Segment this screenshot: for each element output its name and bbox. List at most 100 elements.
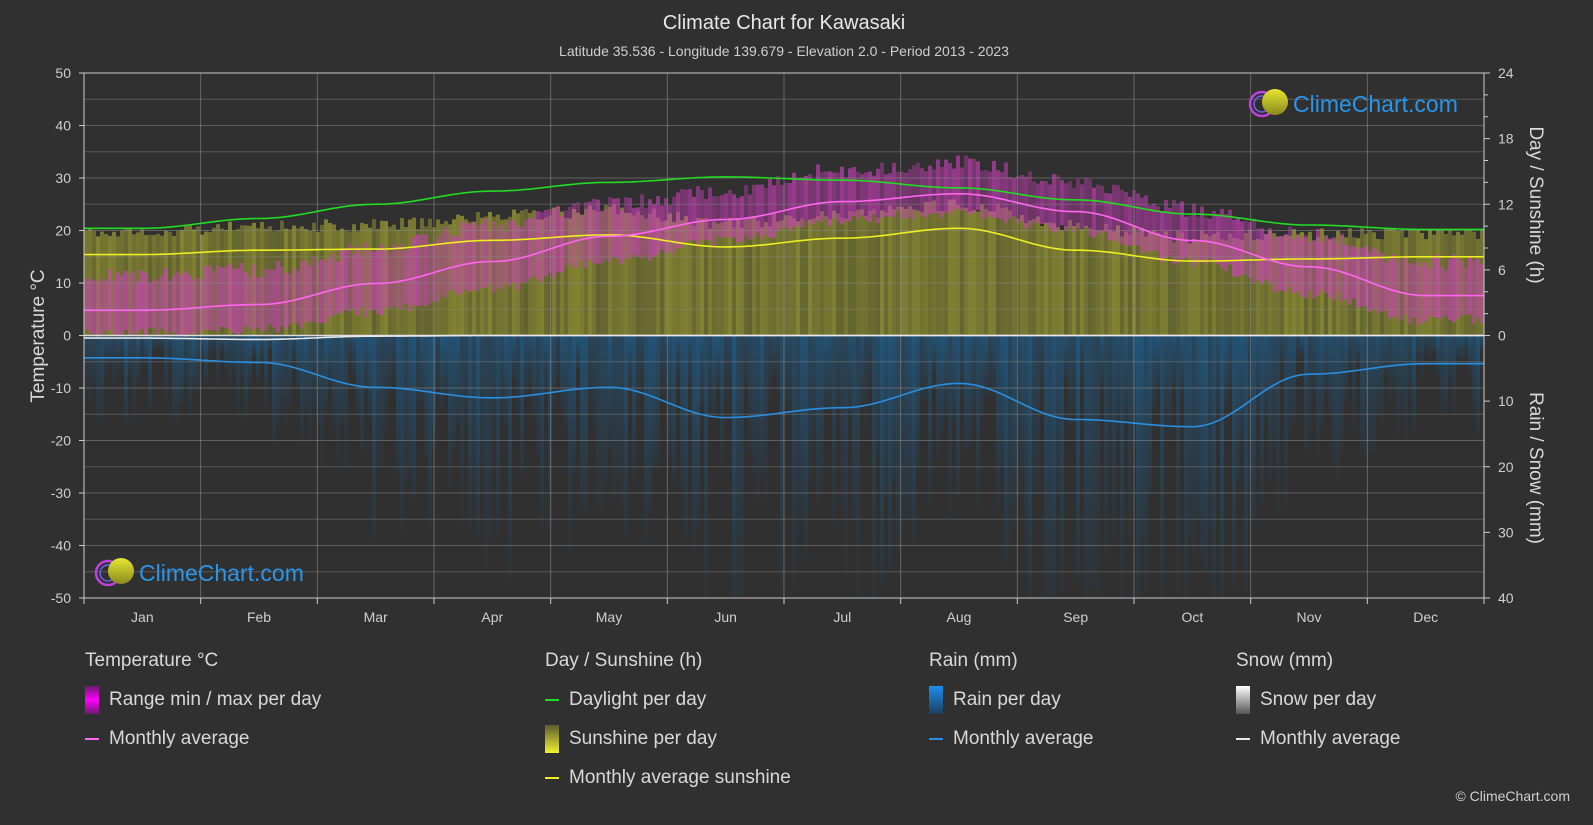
temp-range-bar bbox=[1472, 261, 1476, 324]
temp-range-bar bbox=[1312, 239, 1316, 299]
temp-range-bar bbox=[792, 172, 796, 227]
temp-range-bar bbox=[1220, 208, 1224, 268]
rain-day-bar bbox=[876, 335, 880, 455]
rain-day-bar bbox=[1240, 335, 1244, 440]
temp-range-bar bbox=[136, 281, 140, 333]
temp-range-bar bbox=[436, 238, 440, 302]
rain-day-bar bbox=[760, 335, 764, 476]
right-bottom-tick-label: 40 bbox=[1498, 590, 1514, 606]
rain-day-bar bbox=[756, 335, 760, 499]
rain-day-bar bbox=[828, 335, 832, 411]
sunshine-day-bar bbox=[724, 221, 728, 336]
sunshine-day-bar bbox=[988, 211, 992, 336]
sunshine-day-bar bbox=[1076, 222, 1080, 336]
temp-range-bar bbox=[496, 228, 500, 288]
sunshine-day-bar bbox=[1136, 231, 1140, 336]
right-top-tick-label: 12 bbox=[1498, 196, 1514, 212]
rain-day-bar bbox=[920, 335, 924, 401]
rain-day-bar bbox=[552, 335, 556, 410]
temp-range-bar bbox=[1456, 258, 1460, 319]
temp-range-bar bbox=[468, 224, 472, 292]
rain-day-bar bbox=[720, 335, 724, 462]
legend-rain: Rain (mm) Rain per day Monthly average bbox=[929, 650, 1093, 758]
temp-range-bar bbox=[164, 267, 168, 331]
rain-day-bar bbox=[800, 335, 804, 519]
rain-day-bar bbox=[1176, 335, 1180, 593]
rain-day-bar bbox=[1180, 335, 1184, 395]
temp-range-bar bbox=[208, 265, 212, 331]
sunshine-day-bar bbox=[808, 219, 812, 336]
temp-range-bar bbox=[104, 280, 108, 332]
rain-day-bar bbox=[1200, 335, 1204, 557]
temp-range-bar bbox=[712, 196, 716, 246]
temp-range-bar bbox=[1408, 262, 1412, 324]
rain-day-bar bbox=[724, 335, 728, 401]
temp-range-bar bbox=[268, 269, 272, 325]
rain-day-bar bbox=[460, 335, 464, 527]
rain-day-bar bbox=[216, 335, 220, 385]
rain-day-bar bbox=[1340, 335, 1344, 453]
legend-label: Range min / max per day bbox=[109, 688, 322, 710]
temp-range-bar bbox=[1244, 220, 1248, 274]
sunshine-day-bar bbox=[820, 211, 824, 336]
rain-day-bar bbox=[1336, 335, 1340, 478]
temp-range-bar bbox=[908, 169, 912, 219]
rain-day-bar bbox=[1304, 335, 1308, 453]
sunshine-day-bar bbox=[928, 201, 932, 336]
temp-range-bar bbox=[732, 194, 736, 238]
rain-day-bar bbox=[568, 335, 572, 550]
temp-range-bar bbox=[1352, 245, 1356, 299]
temp-range-bar bbox=[516, 225, 520, 290]
rain-day-bar bbox=[528, 335, 532, 385]
rain-day-bar bbox=[108, 335, 112, 366]
rain-day-bar bbox=[360, 335, 364, 452]
temp-range-bar bbox=[576, 202, 580, 268]
rain-day-bar bbox=[1396, 335, 1400, 434]
rain-day-bar bbox=[952, 335, 956, 422]
rain-day-bar bbox=[1192, 335, 1196, 557]
rain-day-bar bbox=[1356, 335, 1360, 364]
sunshine-day-bar bbox=[1004, 207, 1008, 336]
left-axis-label: Temperature °C bbox=[28, 269, 49, 402]
temp-range-bar bbox=[1104, 192, 1108, 232]
logo-sun-icon bbox=[108, 558, 134, 584]
rain-day-bar bbox=[1408, 335, 1412, 402]
rain-day-bar bbox=[716, 335, 720, 387]
left-tick-label: -50 bbox=[51, 590, 71, 606]
temp-range-bar bbox=[256, 276, 260, 328]
rain-day-bar bbox=[112, 335, 116, 382]
temp-range-bar bbox=[536, 211, 540, 280]
legend-snow-title: Snow (mm) bbox=[1236, 650, 1334, 671]
temp-range-bar bbox=[368, 250, 372, 311]
rain-day-bar bbox=[1280, 335, 1284, 373]
rain-day-bar bbox=[516, 335, 520, 414]
legend-label: Monthly average bbox=[1260, 727, 1401, 749]
sunshine-day-bar bbox=[764, 222, 768, 336]
rain-day-bar bbox=[340, 335, 344, 425]
rain-day-bar bbox=[1248, 335, 1252, 517]
temp-range-bar bbox=[376, 247, 380, 314]
temp-range-bar bbox=[512, 220, 516, 283]
rain-day-bar bbox=[1216, 335, 1220, 420]
rain-day-bar bbox=[1224, 335, 1228, 407]
rain-day-bar bbox=[1376, 335, 1380, 414]
rain-day-bar bbox=[1268, 335, 1272, 479]
temp-range-bar bbox=[292, 267, 296, 323]
temp-range-bar bbox=[868, 171, 872, 222]
rain-day-bar bbox=[1056, 335, 1060, 492]
temp-range-bar bbox=[936, 159, 940, 214]
rain-day-bar bbox=[120, 335, 124, 368]
sunshine-day-bar bbox=[864, 216, 868, 336]
temp-range-bar bbox=[248, 276, 252, 330]
rain-day-bar bbox=[712, 335, 716, 420]
temp-range-bar bbox=[1252, 218, 1256, 284]
rain-day-bar bbox=[320, 335, 324, 466]
rain-day-bar bbox=[356, 335, 360, 415]
rain-day-bar bbox=[772, 335, 776, 376]
sunshine-day-bar bbox=[1052, 223, 1056, 336]
temp-range-bar bbox=[532, 217, 536, 276]
rain-day-bar bbox=[652, 335, 656, 468]
rain-day-bar bbox=[196, 335, 200, 393]
temp-range-bar bbox=[1172, 200, 1176, 265]
sunshine-day-bar bbox=[892, 209, 896, 336]
